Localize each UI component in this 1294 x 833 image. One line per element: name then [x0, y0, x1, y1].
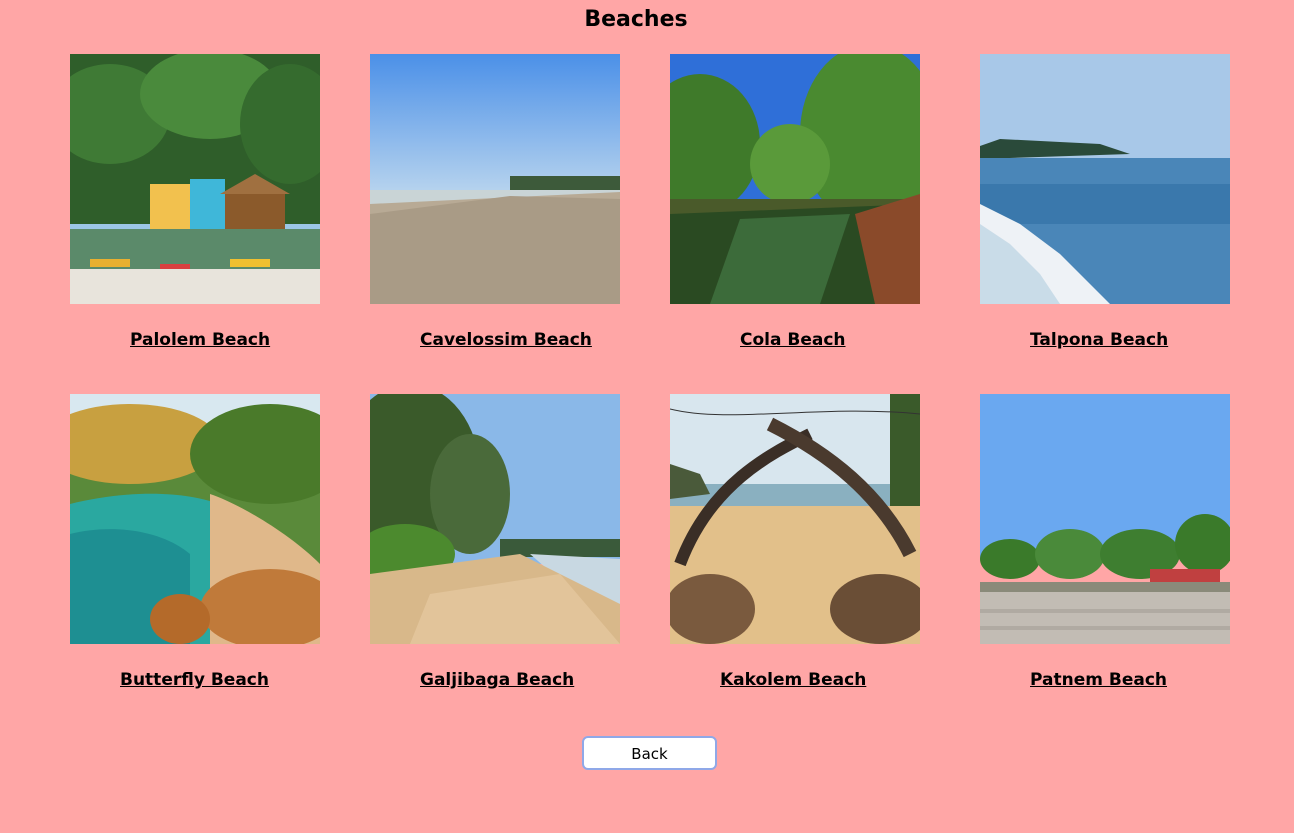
- galjibaga-beach-link[interactable]: Galjibaga Beach: [420, 669, 574, 691]
- back-button[interactable]: Back: [582, 736, 717, 770]
- talpona-beach-image[interactable]: [980, 54, 1230, 304]
- cavelossim-beach-link[interactable]: Cavelossim Beach: [420, 329, 592, 351]
- cola-beach-image[interactable]: [670, 54, 920, 304]
- butterfly-beach-image[interactable]: [70, 394, 320, 644]
- palolem-beach-image[interactable]: [70, 54, 320, 304]
- galjibaga-beach-image[interactable]: [370, 394, 620, 644]
- talpona-beach-link[interactable]: Talpona Beach: [1030, 329, 1168, 351]
- cavelossim-beach-image[interactable]: [370, 54, 620, 304]
- page-title: Beaches: [584, 7, 688, 32]
- patnem-beach-link[interactable]: Patnem Beach: [1030, 669, 1167, 691]
- cola-beach-link[interactable]: Cola Beach: [740, 329, 846, 351]
- butterfly-beach-link[interactable]: Butterfly Beach: [120, 669, 269, 691]
- kakolem-beach-link[interactable]: Kakolem Beach: [720, 669, 866, 691]
- kakolem-beach-image[interactable]: [670, 394, 920, 644]
- patnem-beach-image[interactable]: [980, 394, 1230, 644]
- palolem-beach-link[interactable]: Palolem Beach: [130, 329, 270, 351]
